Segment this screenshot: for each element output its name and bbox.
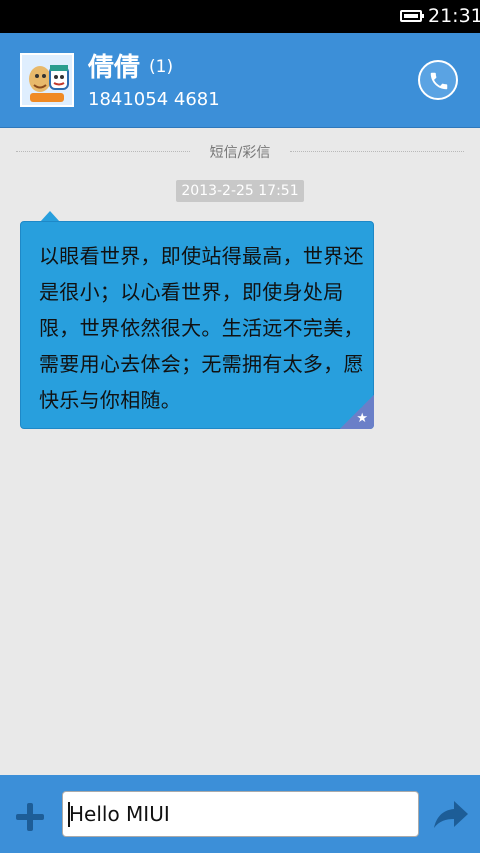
status-bar: 21:31 (0, 0, 480, 33)
send-button[interactable] (432, 799, 470, 831)
divider-right (290, 151, 464, 152)
phone-icon (430, 72, 448, 90)
status-time: 21:31 (428, 5, 480, 27)
divider-left (16, 151, 190, 152)
contact-name: 倩倩 (88, 53, 141, 83)
message-bubble[interactable]: 以眼看世界，即使站得最高，世界还是很小；以心看世界，即使身处局限，世界依然很大。… (20, 221, 374, 429)
add-attachment-button[interactable] (14, 801, 46, 833)
contact-phone-number: 1841054 4681 (88, 89, 220, 110)
send-arrow-icon (434, 801, 468, 828)
message-timestamp: 2013-2-25 17:51 (176, 180, 304, 202)
call-button[interactable] (418, 60, 458, 100)
message-type-label: 短信/彩信 (192, 142, 288, 162)
composer-bar (0, 775, 480, 853)
message-input[interactable] (62, 791, 419, 837)
text-cursor (68, 802, 70, 827)
unread-count: (1) (149, 57, 174, 77)
battery-icon (400, 10, 424, 22)
message-text: 以眼看世界，即使站得最高，世界还是很小；以心看世界，即使身处局限，世界依然很大。… (39, 244, 364, 412)
favorite-corner: ★ (340, 395, 374, 429)
contact-avatar[interactable] (20, 53, 74, 107)
conversation-header: 倩倩 (1) 1841054 4681 (0, 33, 480, 128)
star-icon: ★ (356, 411, 368, 426)
